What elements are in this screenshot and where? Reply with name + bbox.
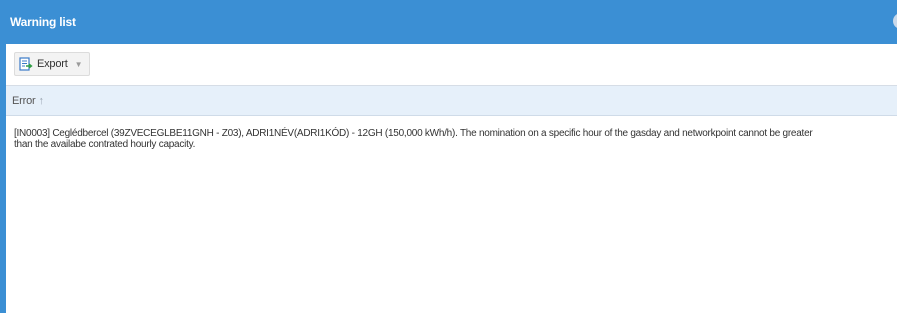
export-button[interactable]: Export ▼ [14, 52, 90, 76]
export-label: Export [37, 58, 68, 70]
export-icon [19, 57, 33, 71]
error-message: [IN0003] Ceglédbercel (39ZVECEGLBE11GNH … [14, 128, 813, 150]
table-row[interactable]: [IN0003] Ceglédbercel (39ZVECEGLBE11GNH … [6, 116, 897, 150]
chevron-down-icon[interactable]: ▼ [75, 60, 83, 69]
toolbar: Export ▼ [6, 44, 897, 86]
sort-ascending-icon: ↑ [38, 94, 44, 107]
close-icon[interactable]: ✕ [893, 13, 897, 29]
column-header-label: Error [12, 94, 36, 107]
warning-list-dialog: Warning list ✕ Export ▼ Error ↑ [IN0003]… [0, 0, 897, 313]
column-header-error[interactable]: Error ↑ [6, 86, 897, 116]
dialog-title: Warning list [10, 15, 76, 29]
dialog-titlebar: Warning list ✕ [0, 0, 897, 44]
